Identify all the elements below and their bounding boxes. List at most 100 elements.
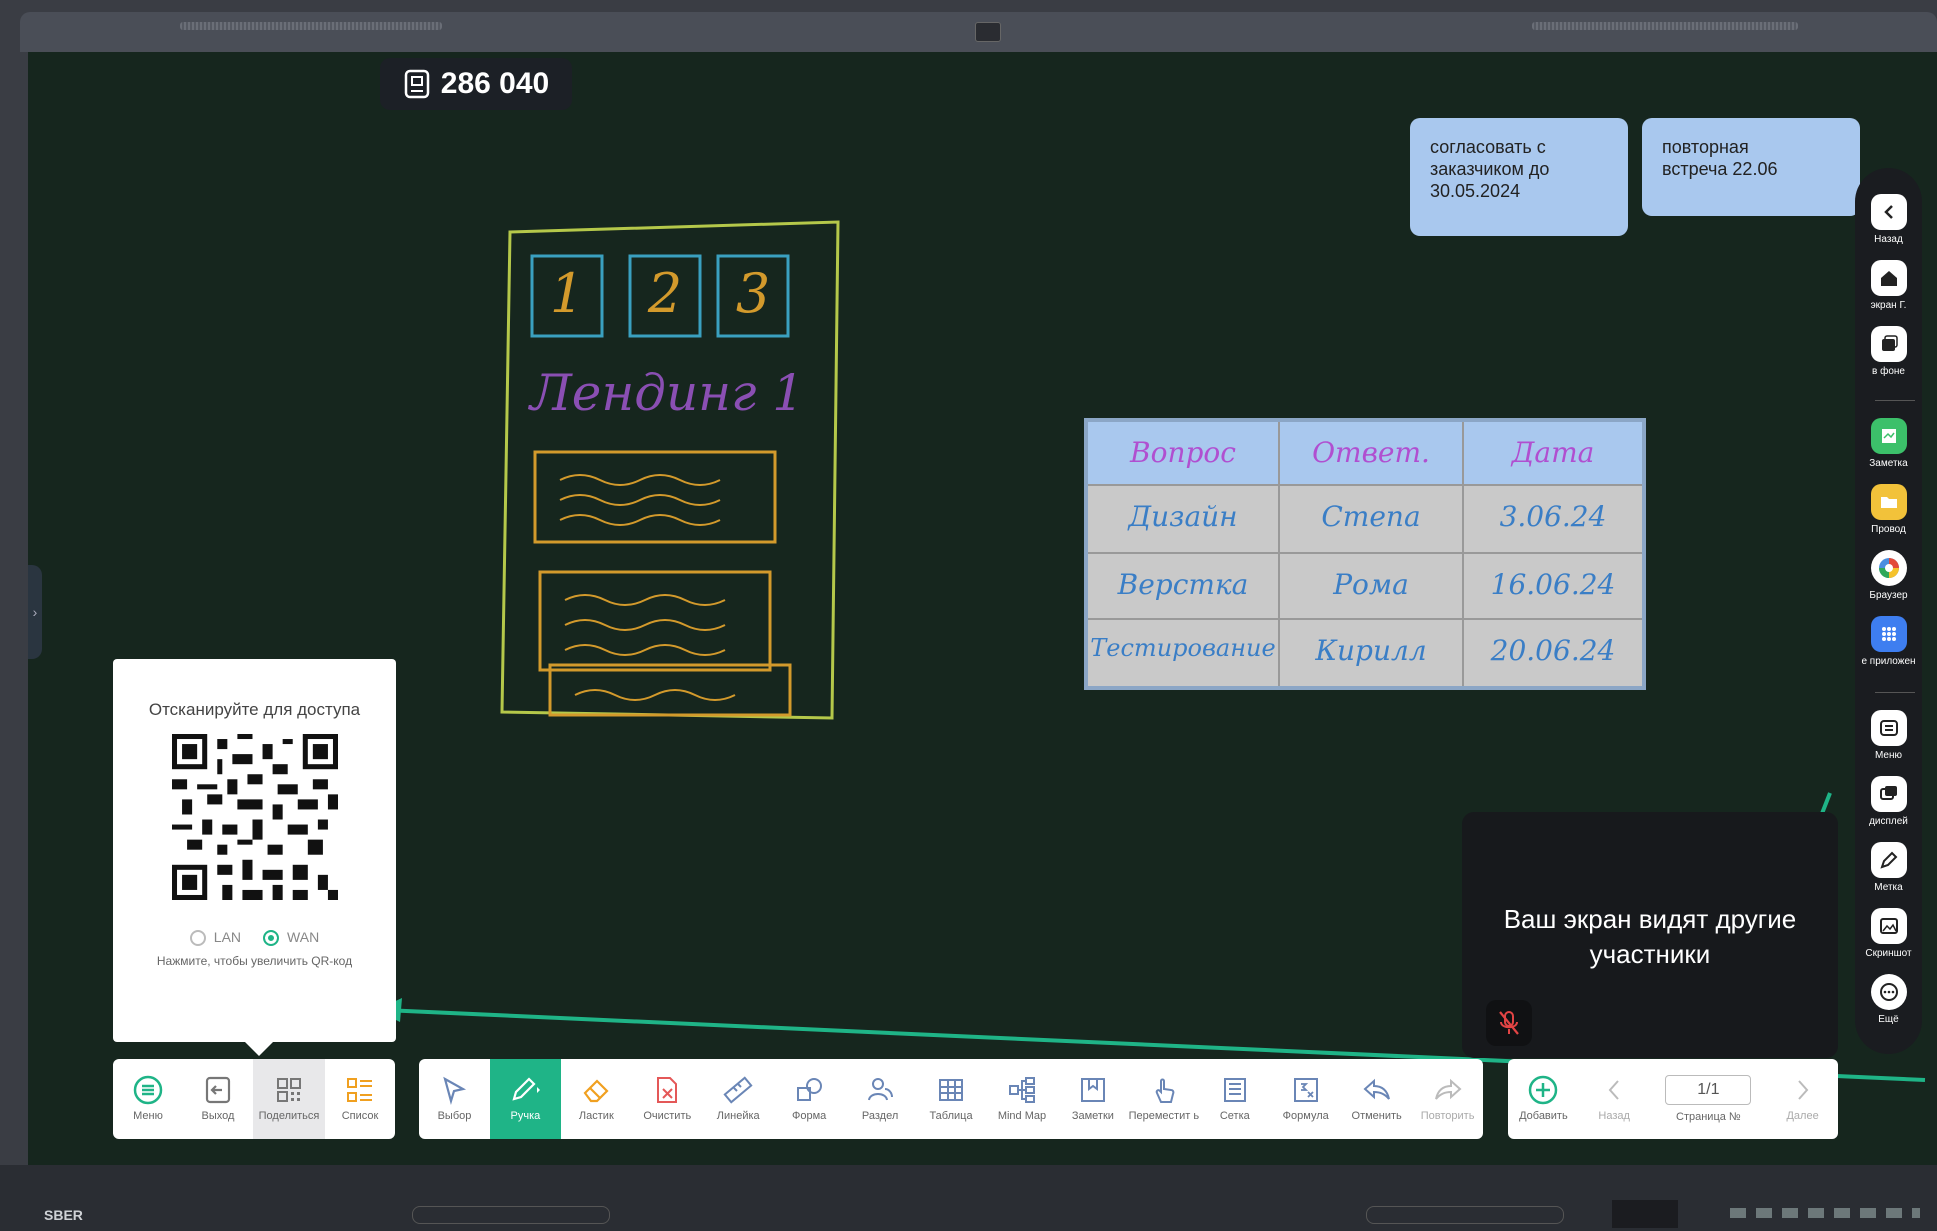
table-icon <box>936 1073 966 1107</box>
table-header-cell: Дата <box>1511 436 1595 469</box>
bezel-slot <box>1366 1206 1564 1224</box>
redo-button[interactable]: Повторить <box>1412 1059 1483 1139</box>
menu-square-icon <box>1870 710 1907 746</box>
undo-icon <box>1362 1073 1392 1107</box>
ruler-tool-button[interactable]: Линейка <box>703 1059 774 1139</box>
browser-icon <box>1870 550 1907 586</box>
redo-icon <box>1433 1073 1463 1107</box>
rail-marker[interactable]: Метка <box>1855 842 1922 893</box>
rail-files[interactable]: Провод <box>1855 484 1922 535</box>
screenshot-icon <box>1870 908 1907 944</box>
box-number-1: 1 <box>549 262 585 325</box>
lan-option[interactable]: LAN <box>189 929 241 947</box>
rail-browser[interactable]: Браузер <box>1855 550 1922 601</box>
apps-icon <box>1870 616 1907 652</box>
undo-button[interactable]: Отменить <box>1341 1059 1412 1139</box>
screen-share-message: Ваш экран видят другие участники <box>1503 904 1797 969</box>
page-number-box[interactable]: 1/1 <box>1665 1075 1752 1105</box>
mindmap-icon <box>1007 1073 1037 1107</box>
wan-radio[interactable] <box>263 930 280 947</box>
table-cell: Тестирование <box>1090 634 1276 662</box>
move-icon <box>1149 1073 1179 1107</box>
speaker-grille-right <box>1532 22 1798 30</box>
formula-tool-button[interactable]: Формула <box>1270 1059 1341 1139</box>
toolbar-left: Меню Выход Поделиться Список <box>113 1059 395 1139</box>
toolbar-pages: Добавить Назад 1/1 Страница № Далее <box>1508 1059 1838 1139</box>
mic-mute-button[interactable] <box>1486 1000 1532 1046</box>
prev-page-button[interactable]: Назад <box>1579 1059 1650 1139</box>
clear-icon <box>652 1073 682 1107</box>
sticky-note-2[interactable]: повторная встреча 22.06 <box>1642 118 1860 216</box>
session-code: 286 040 <box>440 67 550 100</box>
rail-home[interactable]: экран Г. <box>1855 260 1922 311</box>
sticky-note-1[interactable]: согласовать с заказчиком до 30.05.2024 <box>1410 118 1628 236</box>
share-button[interactable]: Поделиться <box>253 1059 325 1139</box>
more-icon <box>1870 974 1907 1010</box>
box-number-3: 3 <box>735 262 771 325</box>
chevron-left-icon <box>1604 1073 1624 1107</box>
share-qr-panel: Отсканируйте для доступа LAN WAN Нажмите… <box>113 659 396 1056</box>
pen-tool-button[interactable]: Ручка <box>489 1059 561 1139</box>
formula-icon <box>1291 1073 1321 1107</box>
windows-icon <box>1870 326 1907 362</box>
bezel-slot <box>412 1206 610 1224</box>
menu-button[interactable]: Меню <box>113 1059 183 1139</box>
notes-tool-button[interactable]: Заметки <box>1057 1059 1128 1139</box>
qr-code-icon[interactable] <box>171 732 338 902</box>
toolbar-main: Выбор Ручка Ластик Очистить Линейка Форм… <box>419 1059 1483 1139</box>
table-tool-button[interactable]: Таблица <box>916 1059 987 1139</box>
table-cell: Кирилл <box>1315 634 1427 667</box>
table-cell: 20.06.24 <box>1490 634 1616 667</box>
mindmap-tool-button[interactable]: Mind Map <box>987 1059 1058 1139</box>
grid-tool-button[interactable]: Сетка <box>1199 1059 1270 1139</box>
side-drawer-handle[interactable]: › <box>28 565 42 659</box>
network-radio-group: LAN WAN <box>113 929 396 947</box>
clear-tool-button[interactable]: Очистить <box>632 1059 703 1139</box>
rail-display[interactable]: дисплей <box>1855 776 1922 827</box>
rail-back[interactable]: Назад <box>1855 194 1922 245</box>
session-code-pill: 286 040 <box>380 58 572 110</box>
lan-radio[interactable] <box>189 930 206 947</box>
rail-note[interactable]: Заметка <box>1855 418 1922 469</box>
add-page-button[interactable]: Добавить <box>1508 1059 1579 1139</box>
section-tool-button[interactable]: Раздел <box>845 1059 916 1139</box>
camera-icon <box>975 22 1001 42</box>
notes-icon <box>1078 1073 1108 1107</box>
move-tool-button[interactable]: Переместит ь <box>1128 1059 1199 1139</box>
home-icon <box>1870 260 1907 296</box>
qr-hint: Нажмите, чтобы увеличить QR-код <box>156 954 353 969</box>
grid-icon <box>1220 1073 1250 1107</box>
ruler-icon <box>723 1073 753 1107</box>
list-icon <box>345 1073 375 1107</box>
mic-off-icon <box>1499 1011 1519 1035</box>
eraser-icon <box>581 1073 611 1107</box>
eraser-tool-button[interactable]: Ластик <box>561 1059 632 1139</box>
folder-icon <box>1870 484 1907 520</box>
next-page-button[interactable]: Далее <box>1767 1059 1838 1139</box>
rail-menu[interactable]: Меню <box>1855 710 1922 761</box>
shape-icon <box>794 1073 824 1107</box>
rail-background[interactable]: в фоне <box>1855 326 1922 377</box>
screen-share-popup: Ваш экран видят другие участники <box>1462 812 1838 1058</box>
page-indicator[interactable]: 1/1 Страница № <box>1650 1059 1768 1139</box>
cursor-icon <box>439 1073 469 1107</box>
chevron-right-icon <box>1793 1073 1813 1107</box>
table-cell: 16.06.24 <box>1490 568 1616 601</box>
wan-option[interactable]: WAN <box>263 929 319 947</box>
handwritten-table[interactable]: Вопрос Ответ. Дата Дизайн Степа 3.06.24 … <box>1084 418 1646 690</box>
shape-tool-button[interactable]: Форма <box>774 1059 845 1139</box>
list-button[interactable]: Список <box>325 1059 395 1139</box>
rail-apps[interactable]: е приложен <box>1855 616 1922 667</box>
rail-separator <box>1875 400 1915 401</box>
note-app-icon <box>1870 418 1907 454</box>
brand-logo: SBER <box>44 1207 83 1223</box>
rail-more[interactable]: Ещё <box>1855 974 1922 1025</box>
select-tool-button[interactable]: Выбор <box>419 1059 490 1139</box>
table-cell: Рома <box>1333 568 1409 601</box>
rail-separator <box>1875 692 1915 693</box>
share-grid-icon <box>274 1073 304 1107</box>
rail-screenshot[interactable]: Скриншот <box>1855 908 1922 959</box>
users-icon <box>865 1073 895 1107</box>
exit-button[interactable]: Выход <box>183 1059 253 1139</box>
table-cell: Степа <box>1321 500 1421 533</box>
